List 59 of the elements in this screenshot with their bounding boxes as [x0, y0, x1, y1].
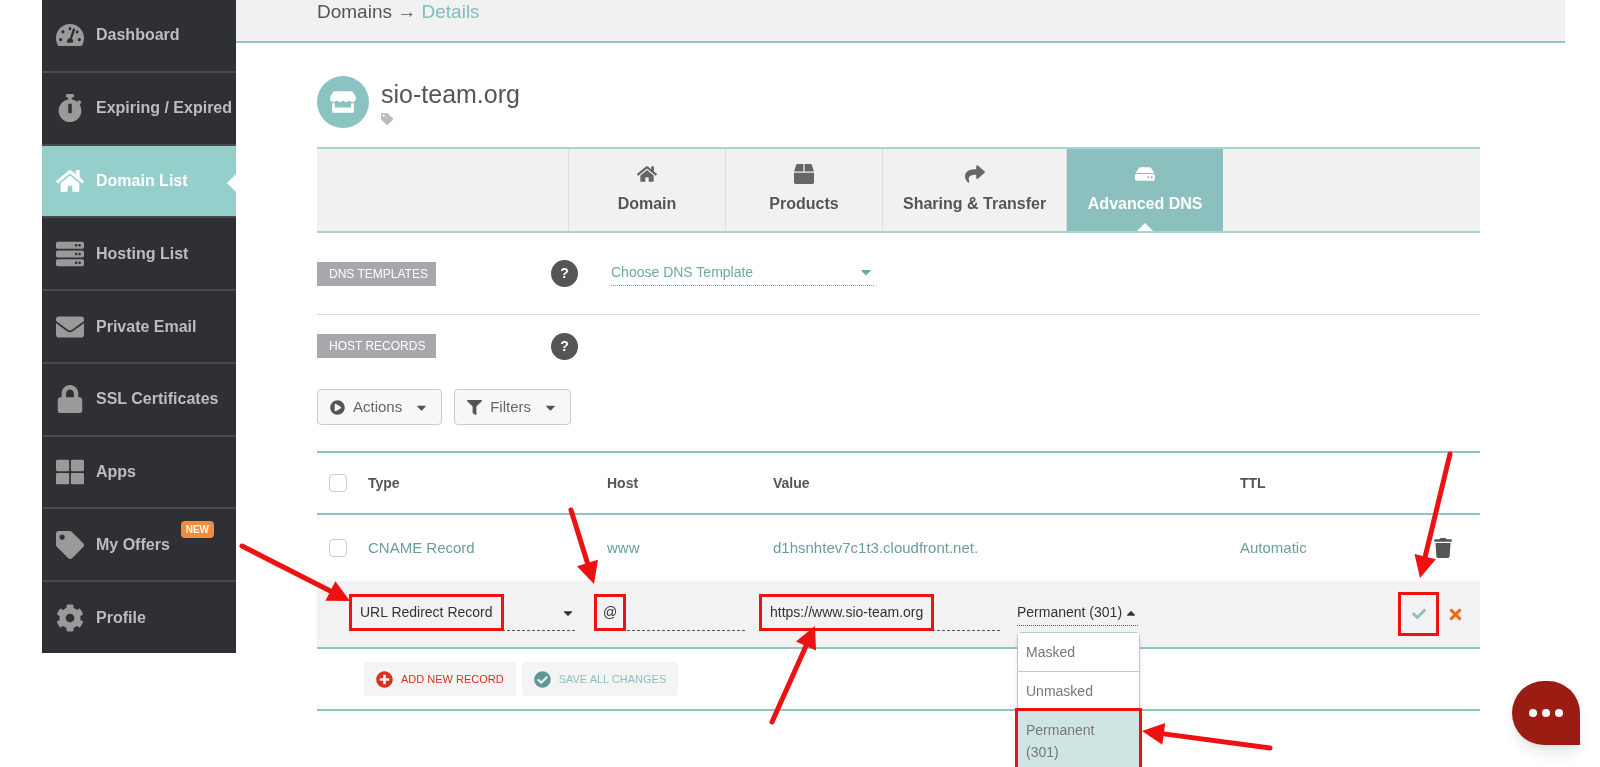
table-cell-text: Automatic [1240, 537, 1308, 558]
column-header: TTL [1240, 473, 1266, 493]
new-badge: NEW [180, 521, 214, 539]
menu-option[interactable]: Unmasked [1018, 672, 1139, 711]
tab-pointer [1137, 223, 1154, 231]
chat-bubble[interactable] [1512, 681, 1580, 745]
table-cell-text: www [607, 537, 641, 558]
server-icon [56, 239, 84, 268]
toolbar-dropdown[interactable]: Filters [454, 389, 572, 425]
breadcrumb: Domains → Details [317, 0, 480, 24]
tab[interactable]: Domain [568, 149, 725, 231]
server-icon [1135, 164, 1156, 184]
help-button[interactable]: ? [551, 260, 578, 287]
sidebar-item[interactable]: Hosting List [42, 218, 236, 290]
sidebar-item[interactable]: Dashboard [42, 0, 236, 71]
store-icon [330, 89, 356, 115]
sidebar-item[interactable]: SSL Certificates [42, 363, 236, 435]
tab[interactable]: Products [725, 149, 882, 231]
checkbox[interactable] [329, 474, 347, 492]
type-select[interactable]: URL Redirect Record [352, 597, 575, 631]
save-check-button[interactable] [1401, 595, 1436, 633]
sidebar-item[interactable]: My Offers NEW [42, 509, 236, 581]
padlock-icon [56, 385, 84, 414]
house-icon [637, 164, 657, 184]
menu-option[interactable]: Permanent (301) [1018, 711, 1139, 767]
add-tag-icon[interactable] [381, 113, 393, 125]
box-icon [794, 164, 814, 184]
gear-icon [56, 603, 84, 632]
arrow-icon [964, 164, 985, 184]
toolbar-dropdown[interactable]: Actions [317, 389, 443, 425]
sidebar-item[interactable]: Private Email [42, 291, 236, 362]
value-field[interactable]: https://www.sio-team.org [762, 597, 1000, 631]
check-icon [1411, 607, 1426, 621]
grid-icon [56, 458, 84, 487]
play-icon [330, 399, 345, 415]
column-header: Value [773, 473, 811, 493]
stopwatch-icon [56, 94, 84, 123]
sidebar-item[interactable]: Expiring / Expired [42, 72, 236, 144]
column-header: Host [607, 473, 640, 493]
funnel-icon [467, 399, 483, 415]
redirect-select[interactable]: Permanent (301) [1017, 602, 1139, 626]
add-record-button[interactable]: ADD NEW RECORD [364, 662, 516, 696]
domain-name: sio-team.org [381, 79, 520, 109]
sidebar-item[interactable]: Apps [42, 436, 236, 508]
checkbox[interactable] [329, 539, 347, 557]
table-cell-text: d1hsnhtev7c1t3.cloudfront.net. [773, 537, 980, 558]
column-header: Type [368, 473, 401, 493]
trash-icon[interactable] [1434, 538, 1452, 558]
help-button[interactable]: ? [551, 332, 578, 360]
tag-icon [56, 530, 84, 559]
section-label: DNS TEMPLATES [317, 261, 436, 286]
table-cell-text: CNAME Record [368, 537, 476, 558]
selection-notch [227, 173, 236, 192]
menu-option[interactable]: Masked [1018, 633, 1139, 672]
sidebar-item[interactable]: Profile [42, 582, 236, 654]
check-icon [533, 670, 551, 688]
section-label: HOST RECORDS [317, 334, 436, 358]
host-field[interactable]: @ [597, 597, 745, 631]
plus-icon [376, 670, 393, 688]
